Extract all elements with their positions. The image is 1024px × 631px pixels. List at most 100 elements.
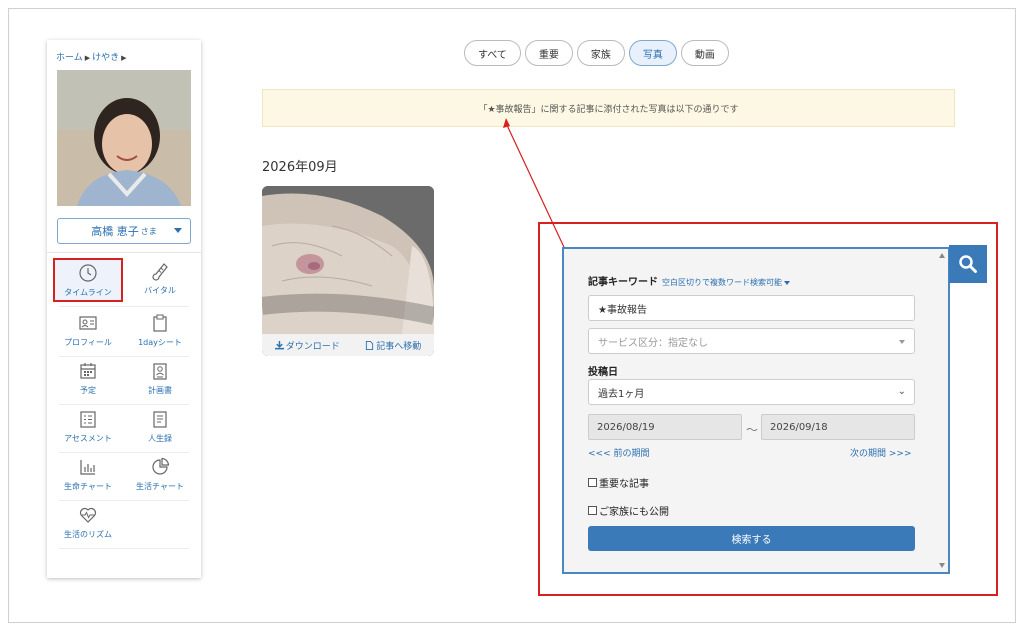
prev-period-link[interactable]: <<< 前の期間 (588, 446, 649, 459)
clipboard-icon (153, 314, 167, 332)
breadcrumb-arrow-icon: ▶ (84, 54, 91, 62)
keyword-hint-text: 空白区切りで複数ワード検索可能 (662, 278, 782, 287)
nav-schedule[interactable]: 予定 (53, 358, 123, 402)
divider (59, 500, 189, 501)
resident-suffix: さま (140, 226, 157, 236)
caret-down-icon (174, 228, 182, 233)
scroll-up-icon[interactable] (939, 253, 945, 258)
nav-1day-sheet-label: 1dayシート (138, 338, 182, 347)
resident-photo (57, 70, 191, 206)
checkbox-box (588, 478, 597, 487)
tab-video[interactable]: 動画 (680, 40, 729, 66)
breadcrumb: ホーム ▶ けやき ▶ (56, 50, 129, 63)
period-select[interactable]: 過去1ヶ月 ⌄ (588, 379, 915, 405)
divider (59, 548, 189, 549)
breadcrumb-home[interactable]: ホーム (56, 53, 83, 63)
nav-profile[interactable]: プロフィール (53, 310, 123, 354)
date-range-separator: ～ (746, 423, 759, 437)
nav-living-chart-label: 生活チャート (136, 482, 184, 491)
important-checkbox[interactable]: 重要な記事 (588, 475, 649, 490)
service-placeholder: サービス区分：指定なし (598, 337, 708, 349)
bar-chart-icon (80, 460, 95, 475)
keyword-label: 記事キーワード 空白区切りで複数ワード検索可能 (588, 273, 790, 288)
tab-all[interactable]: すべて (464, 40, 521, 66)
date-to-input[interactable]: 2026/09/18 (761, 414, 915, 440)
divider (47, 252, 201, 253)
notice-banner: 「★事故報告」に関する記事に添付された写真は以下の通りです (262, 89, 955, 127)
heart-pulse-icon (79, 507, 97, 523)
book-icon (153, 411, 167, 428)
divider (59, 404, 189, 405)
period-value: 過去1ヶ月 (598, 388, 645, 400)
search-toggle-button[interactable] (949, 245, 987, 283)
document-icon (366, 340, 374, 350)
download-link[interactable]: ダウンロード (274, 339, 340, 352)
download-label: ダウンロード (285, 341, 340, 352)
service-select[interactable]: サービス区分：指定なし (588, 328, 915, 354)
card-actions: ダウンロード 記事へ移動 (262, 334, 434, 356)
caret-down-icon (784, 280, 790, 285)
next-period-link[interactable]: 次の期間 >>> (850, 446, 911, 459)
breadcrumb-facility[interactable]: けやき (92, 53, 119, 63)
month-heading: 2026年09月 (262, 160, 338, 175)
resident-select[interactable]: 高橋 恵子 さま (57, 218, 191, 244)
nav-assessment-label: アセスメント (64, 434, 112, 443)
divider (59, 452, 189, 453)
keyword-hint-toggle[interactable]: 空白区切りで複数ワード検索可能 (662, 278, 790, 287)
post-date-label: 投稿日 (588, 367, 618, 378)
divider (59, 356, 189, 357)
nav-vital-label: バイタル (144, 286, 176, 295)
search-submit-button[interactable]: 検索する (588, 526, 915, 551)
chevron-down-icon: ⌄ (897, 386, 906, 397)
keyword-value: ★事故報告 (598, 304, 647, 316)
nav-schedule-label: 予定 (80, 386, 96, 395)
clock-icon (79, 264, 97, 282)
search-panel: 記事キーワード 空白区切りで複数ワード検索可能 ★事故報告 サービス区分：指定なし… (562, 247, 950, 574)
important-label: 重要な記事 (599, 479, 649, 490)
nav-1day-sheet[interactable]: 1dayシート (125, 310, 195, 354)
panel-scrollbar[interactable] (939, 250, 947, 571)
nav-plan-label: 計画書 (148, 386, 172, 395)
id-card-icon (79, 316, 97, 330)
divider (59, 306, 189, 307)
attached-photo (262, 186, 434, 334)
family-public-checkbox[interactable]: ご家族にも公開 (588, 503, 669, 518)
nav-profile-label: プロフィール (64, 338, 112, 347)
pie-chart-icon (152, 457, 170, 475)
tab-important[interactable]: 重要 (524, 40, 573, 66)
breadcrumb-arrow-icon: ▶ (121, 54, 127, 62)
date-from-input[interactable]: 2026/08/19 (588, 414, 742, 440)
goto-article-label: 記事へ移動 (376, 341, 422, 352)
keyword-label-text: 記事キーワード (588, 277, 658, 288)
nav-plan[interactable]: 計画書 (125, 358, 195, 402)
tab-photo[interactable]: 写真 (628, 40, 677, 66)
family-public-label: ご家族にも公開 (599, 507, 669, 518)
resident-name: 高橋 恵子 (91, 225, 139, 238)
calendar-icon (80, 363, 96, 379)
nav-assessment[interactable]: アセスメント (53, 406, 123, 450)
plan-document-icon (153, 363, 167, 380)
sidebar: ホーム▶けやき▶ 高橋 恵子さま タイムライン バイタル プロフィール (47, 40, 201, 578)
filter-tabs: すべて 重要 家族 写真 動画 (464, 40, 729, 66)
nav-life-record-label: 人生録 (148, 434, 172, 443)
nav-life-record[interactable]: 人生録 (125, 406, 195, 450)
keyword-input[interactable]: ★事故報告 (588, 295, 915, 321)
photo-card[interactable]: ダウンロード 記事へ移動 (262, 186, 434, 356)
nav-life-chart-label: 生命チャート (64, 482, 112, 491)
goto-article-link[interactable]: 記事へ移動 (365, 339, 421, 352)
nav-life-rhythm-label: 生活のリズム (64, 530, 112, 539)
checkbox-box (588, 506, 597, 515)
nav-life-chart[interactable]: 生命チャート (53, 454, 123, 498)
scroll-down-icon[interactable] (939, 563, 945, 568)
nav-timeline[interactable]: タイムライン (53, 258, 123, 302)
tab-family[interactable]: 家族 (576, 40, 625, 66)
thermometer-icon (152, 263, 168, 281)
download-icon (274, 340, 284, 349)
nav-vital[interactable]: バイタル (125, 258, 195, 302)
nav-living-chart[interactable]: 生活チャート (125, 454, 195, 498)
caret-down-icon (899, 340, 905, 344)
search-icon (959, 255, 977, 273)
nav-life-rhythm[interactable]: 生活のリズム (53, 502, 123, 546)
checklist-icon (80, 411, 96, 428)
nav-timeline-label: タイムライン (64, 288, 112, 297)
